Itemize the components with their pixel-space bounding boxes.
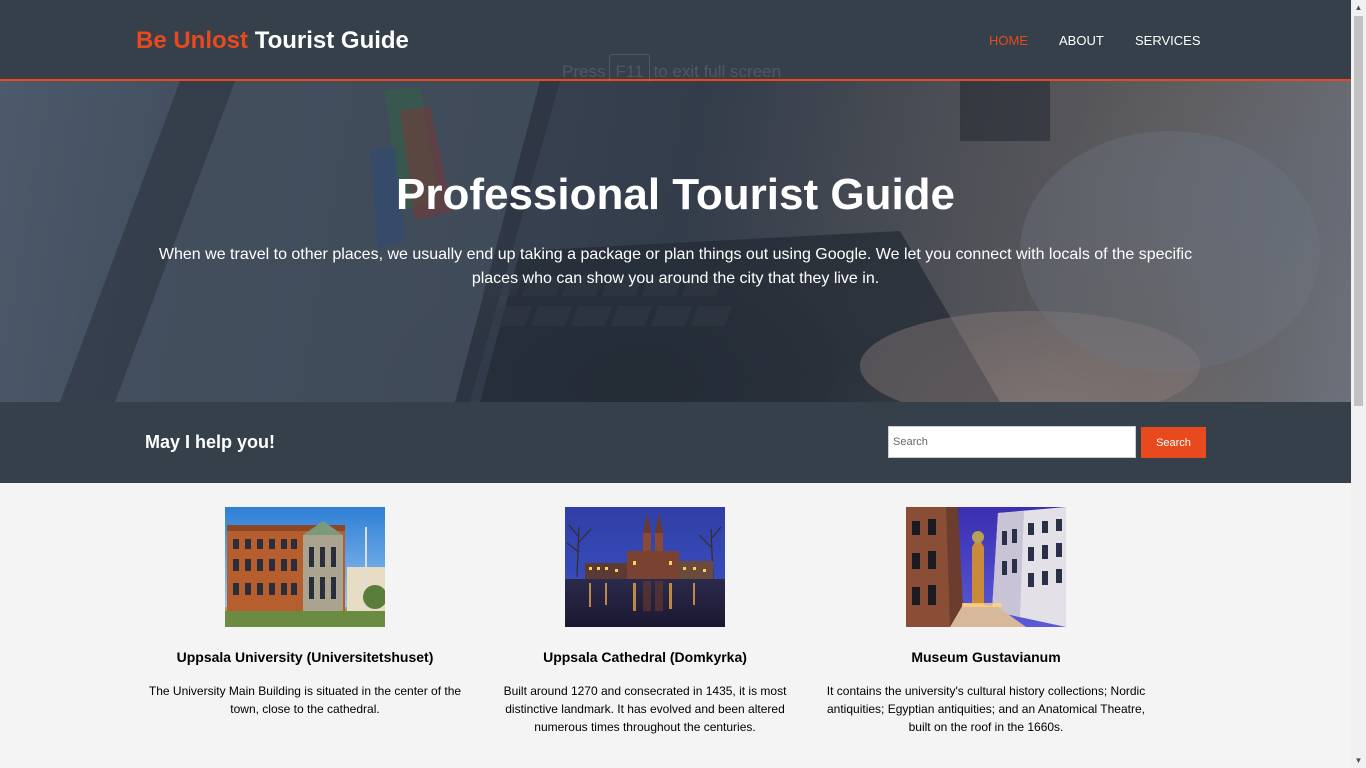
nav-home-link[interactable]: HOME — [989, 33, 1028, 49]
hero-overlay — [0, 81, 1351, 402]
scroll-down-icon[interactable]: ▼ — [1351, 753, 1366, 768]
hero-text: When we travel to other places, we usual… — [158, 246, 1193, 287]
page-scrollbar[interactable]: ▲ ▼ — [1351, 0, 1366, 768]
nav-about-link[interactable]: ABOUT — [1059, 33, 1104, 49]
museum-street-photo — [906, 507, 1066, 627]
attraction-card-cathedral: Uppsala Cathedral (Domkyrka) Built aroun… — [485, 507, 805, 736]
card-text: The University Main Building is situated… — [148, 684, 462, 716]
help-title: May I help you! — [145, 432, 276, 452]
site-logo[interactable]: Be Unlost Tourist Guide — [136, 26, 409, 56]
fullscreen-hint-before: Press — [562, 62, 606, 81]
card-title: Museum Gustavianum — [911, 649, 1061, 665]
cathedral-night-photo — [565, 507, 725, 627]
card-title: Uppsala University (Universitetshuset) — [176, 649, 434, 665]
scroll-up-icon[interactable]: ▲ — [1351, 0, 1366, 15]
card-text: Built around 1270 and consecrated in 143… — [503, 684, 787, 734]
attraction-card-university: Uppsala University (Universitetshuset) T… — [145, 507, 465, 718]
logo-highlight: Be Unlost — [136, 27, 249, 54]
logo-rest: Tourist Guide — [254, 27, 409, 54]
search-button[interactable]: Search — [1141, 427, 1206, 458]
attraction-card-museum: Museum Gustavianum It contains the unive… — [825, 507, 1147, 736]
fullscreen-hint-after: to exit full screen — [653, 62, 782, 81]
nav-services-link[interactable]: SERVICES — [1135, 33, 1201, 49]
search-input[interactable] — [888, 426, 1136, 458]
help-section: May I help you! Search — [0, 402, 1351, 483]
scroll-thumb[interactable] — [1354, 16, 1363, 406]
card-text: It contains the university's cultural hi… — [826, 684, 1146, 734]
hero-title: Professional Tourist Guide — [395, 170, 956, 219]
hero-banner: Professional Tourist Guide When we trave… — [0, 81, 1351, 402]
card-title: Uppsala Cathedral (Domkyrka) — [543, 649, 747, 665]
university-building-photo — [225, 507, 385, 627]
